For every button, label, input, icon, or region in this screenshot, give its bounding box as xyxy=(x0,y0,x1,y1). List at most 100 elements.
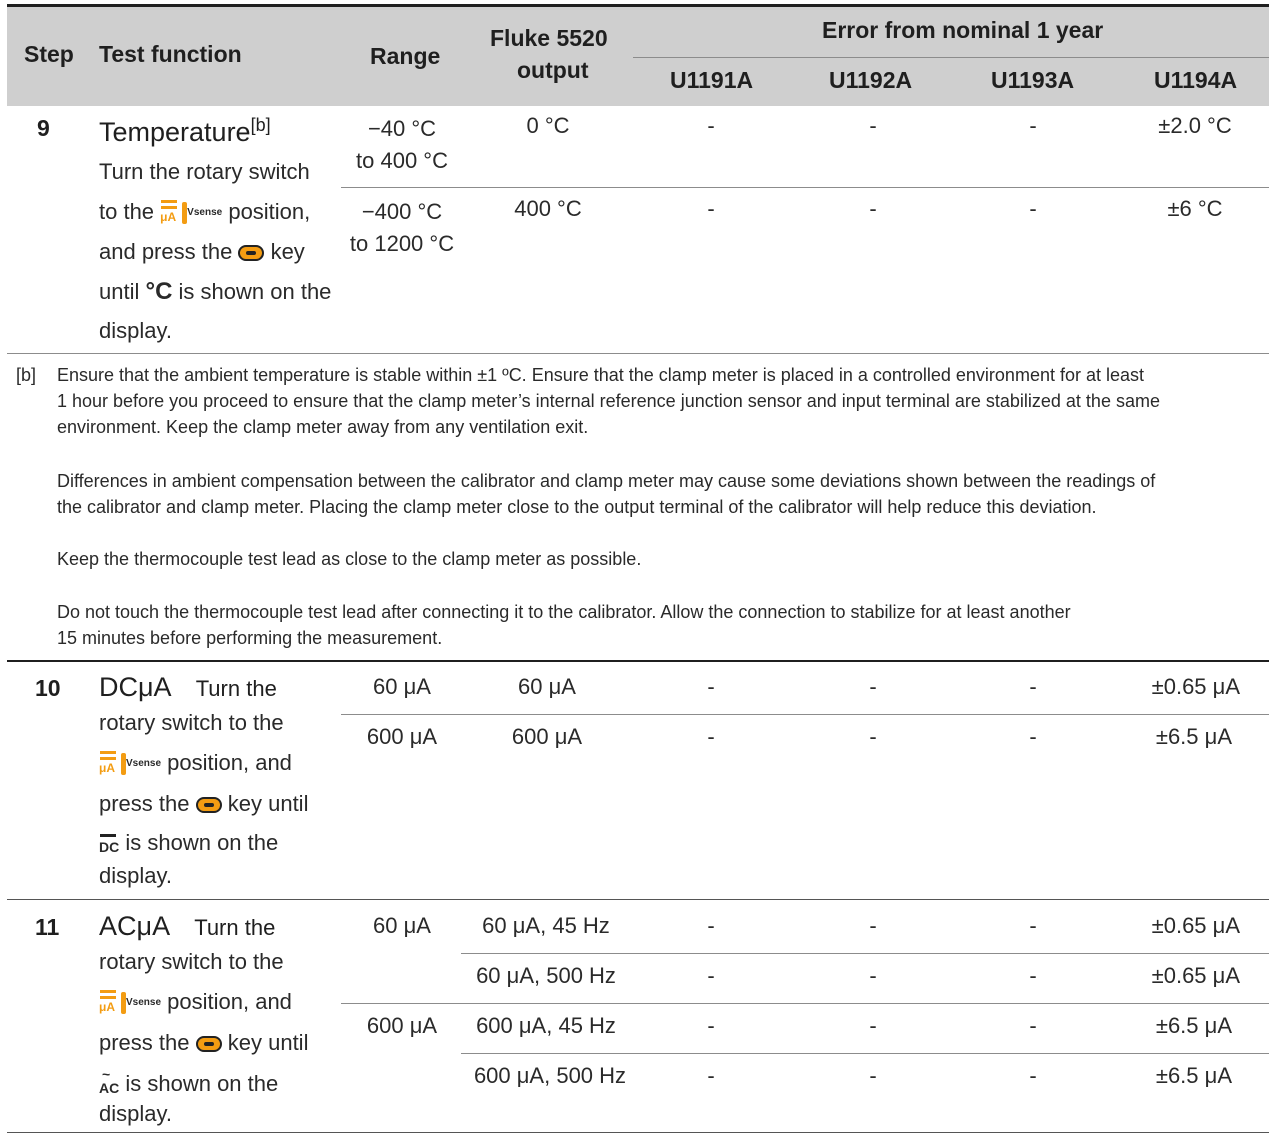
vsense-label: Vsense xyxy=(126,997,162,1009)
step-9-line4-text-a: until xyxy=(99,279,140,304)
step-9-line2-text-b: position, xyxy=(228,199,311,224)
step-11-line4: press the key until xyxy=(99,1023,308,1063)
footnote-p4-line2: 15 minutes before performing the measure… xyxy=(57,628,443,648)
step-10-line4: press the key until xyxy=(99,784,308,824)
step-10-row2-output: 600 μA xyxy=(511,724,583,749)
footnote-p3: Keep the thermocouple test lead as close… xyxy=(57,549,642,569)
header-test-function: Test function xyxy=(99,41,242,67)
step-9-row1-u1191a: - xyxy=(707,113,715,138)
step-9-row2-u1192a: - xyxy=(869,196,877,221)
header-fluke-output-line2: output xyxy=(517,57,589,83)
step-9-row1-output: 0 °C xyxy=(526,113,570,138)
step-11-line4-text-a: press the xyxy=(99,1030,190,1055)
step-9-row2-u1194a: ±6 °C xyxy=(1167,196,1223,221)
step-11-row4-u1193a: - xyxy=(1029,1063,1037,1088)
step-10-row2-u1191a: - xyxy=(707,724,715,749)
step-11-line4-text-b: key until xyxy=(227,1030,309,1055)
degree-celsius-icon: °C xyxy=(145,278,173,305)
vsense-label: Vsense xyxy=(126,758,162,770)
step-11-range-600ua: 600 μA xyxy=(366,1013,438,1038)
step-11-row1-divider xyxy=(461,953,1269,954)
shift-key-icon xyxy=(238,245,265,262)
footnote-p2-line1: Differences in ambient compensation betw… xyxy=(57,471,1156,491)
header-group-divider xyxy=(633,57,1269,58)
shift-key-icon xyxy=(195,797,222,814)
step-9-footnote-ref: [b] xyxy=(250,115,271,135)
step-10-row1-u1192a: - xyxy=(869,674,877,699)
step-10-row2-u1194a: ±6.5 μA xyxy=(1155,724,1232,749)
step-9-row2-u1193a: - xyxy=(1029,196,1037,221)
step-10-row2-range: 600 μA xyxy=(366,724,438,749)
header-range: Range xyxy=(370,43,441,69)
step-11-row4-output: 600 μA, 500 Hz xyxy=(473,1063,627,1088)
step-10-line4-text-a: press the xyxy=(99,791,190,816)
step-10-bottom-rule xyxy=(7,899,1269,900)
step-11-title: ACμA xyxy=(99,911,171,941)
step-10-line4-text-b: key until xyxy=(227,791,309,816)
step-10-line3: μA Vsense position, and xyxy=(99,743,292,784)
step-9-bottom-rule xyxy=(7,353,1269,354)
step-9-line3: and press the key xyxy=(99,232,305,272)
step-11-row1-u1192a: - xyxy=(869,913,877,938)
step-11-row3-u1194a: ±6.5 μA xyxy=(1155,1013,1232,1038)
footnote-p1-line3: environment. Keep the clamp meter away f… xyxy=(57,417,589,437)
step-9-row2-u1191a: - xyxy=(707,196,715,221)
step-10-top-rule xyxy=(7,660,1269,662)
step-10-line2: rotary switch to the xyxy=(99,710,284,735)
ac-dc-microamp-icon: μA xyxy=(160,200,180,226)
step-9-number: 9 xyxy=(37,115,50,141)
step-11-line6: display. xyxy=(99,1101,172,1126)
step-10-line5-text: is shown on the xyxy=(125,830,279,855)
header-step: Step xyxy=(24,41,74,67)
footnote-p4-line1: Do not touch the thermocouple test lead … xyxy=(57,602,1071,622)
step-10-line6: display. xyxy=(99,863,172,888)
footnote-p1-line2: 1 hour before you proceed to ensure that… xyxy=(57,391,1160,411)
step-11-line1: ACμA Turn the xyxy=(99,911,275,942)
footnote-p1-line1: Ensure that the ambient temperature is s… xyxy=(57,365,1145,385)
step-10-row1-range: 60 μA xyxy=(373,674,431,699)
step-9-row2-range-line1: −400 °C xyxy=(361,199,443,224)
step-11-row4-u1194a: ±6.5 μA xyxy=(1155,1063,1232,1088)
step-10-row1-output: 60 μA xyxy=(518,674,576,699)
step-10-line1: DCμA Turn the xyxy=(99,672,277,703)
step-10-line1-text: Turn the xyxy=(195,676,277,701)
footnote-p2-line2: the calibrator and clamp meter. Placing … xyxy=(57,497,1097,517)
header-model-u1192a: U1192A xyxy=(829,67,913,93)
step-10-row1-u1191a: - xyxy=(707,674,715,699)
step-9-row2-range-line2: to 1200 °C xyxy=(349,231,455,256)
step-9-line2: to the μA Vsense position, xyxy=(99,192,310,233)
step-11-row4-u1192a: - xyxy=(869,1063,877,1088)
footnote-tag: [b] xyxy=(16,365,37,385)
header-model-u1191a: U1191A xyxy=(670,67,754,93)
step-9-line3-text-b: key xyxy=(270,239,305,264)
step-11-row3-u1192a: - xyxy=(869,1013,877,1038)
step-10-row1-u1193a: - xyxy=(1029,674,1037,699)
step-11-row2-output: 60 μA, 500 Hz xyxy=(476,963,616,988)
step-9-row1-range-line1: −40 °C xyxy=(367,116,437,141)
step-11-row2-u1193a: - xyxy=(1029,963,1037,988)
step-10-line3-text: position, and xyxy=(167,750,292,775)
step-9-line1: Turn the rotary switch xyxy=(99,159,310,184)
step-11-line3-text: position, and xyxy=(167,989,292,1014)
step-10-row2-u1193a: - xyxy=(1029,724,1037,749)
step-9-row1-u1192a: - xyxy=(869,113,877,138)
shift-key-icon xyxy=(195,1036,222,1053)
step-11-row2-u1192a: - xyxy=(869,963,877,988)
step-9-line3-text-a: and press the xyxy=(99,239,233,264)
step-11-row3-u1191a: - xyxy=(707,1013,715,1038)
step-11-number: 11 xyxy=(35,914,60,940)
step-11-row3-divider xyxy=(461,1053,1269,1054)
step-11-row3-output: 600 μA, 45 Hz xyxy=(476,1013,616,1038)
step-9-row2-output: 400 °C xyxy=(514,196,582,221)
table-header: Step Test function Range Fluke 5520 outp… xyxy=(7,4,1269,106)
step-11-line2: rotary switch to the xyxy=(99,949,284,974)
header-model-u1194a: U1194A xyxy=(1154,67,1238,93)
step-9-line5: display. xyxy=(99,318,172,343)
step-10-row-divider xyxy=(341,714,1269,715)
step-11-line3: μA Vsense position, and xyxy=(99,982,292,1023)
step-11-range-60ua: 60 μA xyxy=(373,913,431,938)
step-11-row1-u1193a: - xyxy=(1029,913,1037,938)
header-error-group: Error from nominal 1 year xyxy=(822,17,1104,43)
step-11-row1-output: 60 μA, 45 Hz xyxy=(482,913,610,938)
step-11-row1-u1194a: ±0.65 μA xyxy=(1151,913,1240,938)
